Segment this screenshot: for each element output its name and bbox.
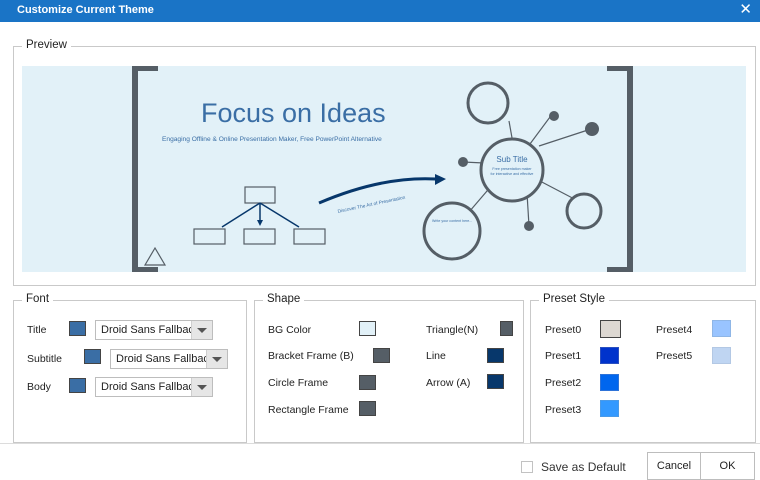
font-body-select[interactable]: Droid Sans Fallback bbox=[95, 377, 213, 397]
font-title-value: Droid Sans Fallback bbox=[101, 324, 191, 336]
triangle-label: Triangle(N) bbox=[426, 324, 479, 336]
preset3-swatch[interactable] bbox=[600, 400, 619, 417]
preset0-swatch[interactable] bbox=[600, 320, 621, 338]
mindmap-dot-1 bbox=[549, 111, 559, 121]
rectangle-frame-label: Rectangle Frame bbox=[268, 404, 349, 416]
chevron-down-icon[interactable] bbox=[191, 378, 212, 396]
mindmap-dot-4 bbox=[524, 221, 534, 231]
line-swatch[interactable] bbox=[487, 348, 504, 363]
font-subtitle-value: Droid Sans Fallback bbox=[116, 353, 206, 365]
slide-background bbox=[22, 66, 746, 272]
preset-style-legend: Preset Style bbox=[539, 293, 609, 305]
dialog-title: Customize Current Theme bbox=[17, 4, 154, 16]
font-subtitle-select[interactable]: Droid Sans Fallback bbox=[110, 349, 228, 369]
font-title-color-swatch[interactable] bbox=[69, 321, 86, 336]
rectangle-frame-swatch[interactable] bbox=[359, 401, 376, 416]
theme-preview-slide: Focus on Ideas Engaging Offline & Online… bbox=[22, 66, 746, 272]
preset4-label: Preset4 bbox=[656, 324, 693, 336]
circle-frame-label: Circle Frame bbox=[268, 377, 329, 389]
slide-subtitle: Engaging Offline & Online Presentation M… bbox=[162, 136, 382, 143]
preset1-label: Preset1 bbox=[545, 350, 582, 362]
preset0-label: Preset0 bbox=[545, 324, 582, 336]
arrow-label: Arrow (A) bbox=[426, 377, 471, 389]
bracket-frame-label: Bracket Frame (B) bbox=[268, 350, 354, 362]
bg-color-swatch[interactable] bbox=[359, 321, 376, 336]
preset3-label: Preset3 bbox=[545, 404, 582, 416]
circle-frame-swatch[interactable] bbox=[359, 375, 376, 390]
font-subtitle-label: Subtitle bbox=[27, 353, 63, 365]
chevron-down-icon[interactable] bbox=[206, 350, 227, 368]
font-legend: Font bbox=[22, 293, 54, 305]
close-icon[interactable]: ✕ bbox=[739, 1, 752, 19]
mindmap-bottom-text: Write your content here... bbox=[432, 219, 472, 223]
shape-legend: Shape bbox=[263, 293, 305, 305]
mindmap-dot-3 bbox=[458, 157, 468, 167]
bracket-frame-swatch[interactable] bbox=[373, 348, 390, 363]
mindmap-circle-right bbox=[565, 192, 603, 230]
preset5-label: Preset5 bbox=[656, 350, 693, 362]
save-as-default-label[interactable]: Save as Default bbox=[541, 460, 626, 474]
mindmap-subtitle-line1: Free presentation maker bbox=[492, 167, 532, 171]
cancel-button[interactable]: Cancel bbox=[647, 452, 701, 480]
line-label: Line bbox=[426, 350, 446, 362]
mindmap-circle-bottom bbox=[422, 201, 482, 261]
preset1-swatch[interactable] bbox=[600, 347, 619, 364]
shape-group: Shape bbox=[254, 293, 524, 443]
mindmap-subtitle-line2: for interactive and effective bbox=[491, 172, 534, 176]
preset2-swatch[interactable] bbox=[600, 374, 619, 391]
slide-title: Focus on Ideas bbox=[201, 98, 386, 128]
mindmap-dot-2 bbox=[585, 122, 599, 136]
font-title-select[interactable]: Droid Sans Fallback bbox=[95, 320, 213, 340]
triangle-swatch[interactable] bbox=[500, 321, 513, 336]
font-subtitle-color-swatch[interactable] bbox=[84, 349, 101, 364]
font-title-label: Title bbox=[27, 324, 47, 336]
arrow-swatch[interactable] bbox=[487, 374, 504, 389]
chevron-down-icon[interactable] bbox=[191, 321, 212, 339]
bg-color-label: BG Color bbox=[268, 324, 312, 336]
preset2-label: Preset2 bbox=[545, 377, 582, 389]
font-body-value: Droid Sans Fallback bbox=[101, 381, 191, 393]
font-body-color-swatch[interactable] bbox=[69, 378, 86, 393]
mindmap-circle-top bbox=[466, 81, 510, 125]
footer-divider bbox=[0, 443, 760, 444]
customize-theme-dialog: Customize Current Theme ✕ Preview Focus … bbox=[0, 0, 760, 480]
mindmap-subtitle: Sub Title bbox=[496, 155, 528, 164]
preset4-swatch[interactable] bbox=[712, 320, 731, 337]
font-body-label: Body bbox=[27, 381, 51, 393]
title-bar[interactable]: Customize Current Theme ✕ bbox=[0, 0, 760, 22]
save-as-default-checkbox[interactable] bbox=[521, 461, 533, 473]
preview-legend: Preview bbox=[22, 39, 71, 51]
ok-button[interactable]: OK bbox=[700, 452, 755, 480]
preset5-swatch[interactable] bbox=[712, 347, 731, 364]
